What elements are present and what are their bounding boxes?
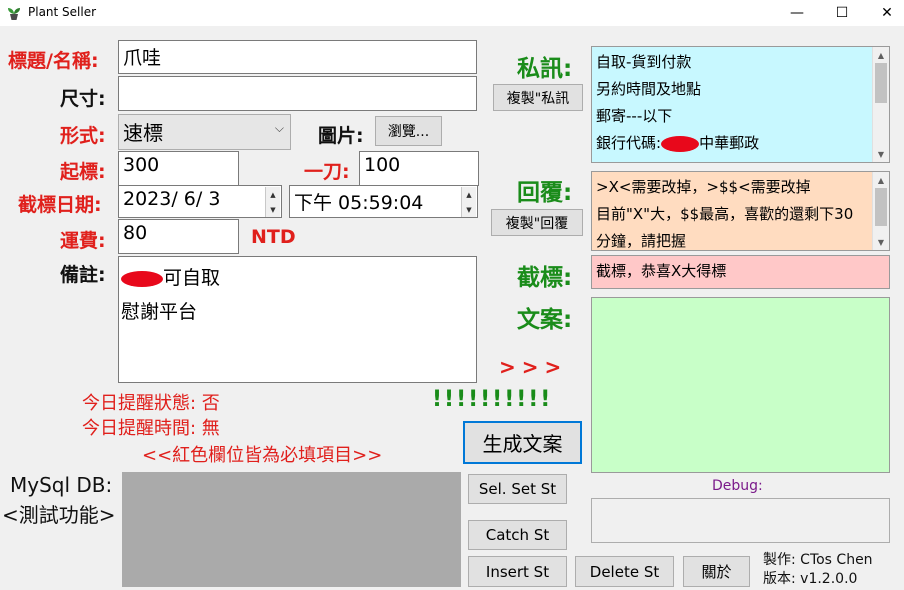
copywriting-box[interactable] <box>591 297 890 473</box>
private-scrollbar[interactable]: ▲ ▼ <box>872 47 889 162</box>
catch-button[interactable]: Catch St <box>468 520 567 550</box>
copy-private-button[interactable]: 複製"私訊 <box>493 84 583 111</box>
start-price-input[interactable]: 300 <box>118 151 239 186</box>
date-down-arrow-icon[interactable]: ▼ <box>265 202 280 217</box>
generate-copy-button[interactable]: 生成文案 <box>463 421 582 464</box>
size-input[interactable] <box>118 76 477 111</box>
note-line-2: 慰謝平台 <box>121 301 198 323</box>
private-msg-box[interactable]: 自取-貨到付款 另約時間及地點 郵寄---以下 銀行代碼: 中華郵政 ▲ ▼ <box>591 46 890 163</box>
exclaims-label: !!!!!!!!!! <box>432 387 553 412</box>
sel-set-button[interactable]: Sel. Set St <box>468 474 567 504</box>
time-picker[interactable]: 下午 05:59:04 ▲ ▼ <box>289 185 478 218</box>
close-bid-label: 截標: <box>517 265 573 291</box>
one-knife-input[interactable]: 100 <box>359 151 479 186</box>
insert-button[interactable]: Insert St <box>468 556 567 587</box>
reply-line-2: 目前"X"大，$$最高，喜歡的還剩下30 <box>596 205 854 223</box>
reply-box[interactable]: >X<需要改掉，>$$<需要改掉 目前"X"大，$$最高，喜歡的還剩下30 分鐘… <box>591 171 890 251</box>
shipping-label: 運費: <box>60 230 106 252</box>
arrows-label: >>> <box>499 355 568 379</box>
about-button[interactable]: 關於 <box>683 556 750 587</box>
close-button[interactable]: ✕ <box>864 0 904 26</box>
scroll-down-icon[interactable]: ▼ <box>873 234 889 250</box>
format-select[interactable]: 速標 ⌵ <box>118 114 291 150</box>
scroll-up-icon[interactable]: ▲ <box>873 172 889 188</box>
private-line-2: 另約時間及地點 <box>596 80 702 98</box>
maximize-button[interactable]: ☐ <box>819 0 865 26</box>
reply-scrollbar[interactable]: ▲ ▼ <box>872 172 889 250</box>
close-bid-text: 截標，恭喜X大得標 <box>596 262 727 280</box>
scroll-up-icon[interactable]: ▲ <box>873 47 889 63</box>
format-label: 形式: <box>60 125 106 147</box>
browse-button[interactable]: 瀏覽... <box>375 116 442 146</box>
title-input[interactable]: 爪哇 <box>118 40 477 74</box>
reply-line-3: 分鐘，請把握 <box>596 232 687 250</box>
reply-line-1: >X<需要改掉，>$$<需要改掉 <box>596 178 811 196</box>
scroll-thumb[interactable] <box>875 63 887 103</box>
start-price-label: 起標: <box>60 161 106 183</box>
chevron-down-icon: ⌵ <box>274 121 284 135</box>
version-label: 版本: v1.2.0.0 <box>763 571 858 587</box>
picture-label: 圖片: <box>318 125 364 147</box>
private-msg-label: 私訊: <box>517 56 573 82</box>
one-knife-label: 一刀: <box>304 161 350 183</box>
format-selected: 速標 <box>123 121 163 145</box>
reply-label: 回覆: <box>517 180 573 206</box>
time-value: 下午 05:59:04 <box>294 192 424 214</box>
date-up-arrow-icon[interactable]: ▲ <box>265 187 280 202</box>
copy-reply-button[interactable]: 複製"回覆 <box>491 209 583 236</box>
test-function-label: <測試功能> <box>2 503 116 527</box>
size-label: 尺寸: <box>60 88 106 110</box>
end-date-label: 截標日期: <box>18 194 102 216</box>
title-bar: Plant Seller — ☐ ✕ <box>0 0 904 26</box>
note-line-1: 可自取 <box>121 261 474 295</box>
scroll-down-icon[interactable]: ▼ <box>873 146 889 162</box>
copywriting-label: 文案: <box>517 307 573 333</box>
note-textarea[interactable]: 可自取 慰謝平台 <box>118 256 477 383</box>
time-up-arrow-icon[interactable]: ▲ <box>461 187 476 202</box>
db-data-grid[interactable] <box>122 472 461 587</box>
debug-box[interactable] <box>591 498 890 543</box>
time-down-arrow-icon[interactable]: ▼ <box>461 202 476 217</box>
date-picker[interactable]: 2023/ 6/ 3 ▲ ▼ <box>118 185 282 218</box>
scroll-thumb[interactable] <box>875 188 887 226</box>
close-bid-box[interactable]: 截標，恭喜X大得標 <box>591 255 890 289</box>
delete-button[interactable]: Delete St <box>575 556 674 587</box>
debug-label: Debug: <box>712 478 763 494</box>
required-note: <<紅色欄位皆為必填項目>> <box>142 445 383 466</box>
date-value: 2023/ 6/ 3 <box>123 188 221 210</box>
shipping-input[interactable]: 80 <box>118 219 239 254</box>
redaction-mark <box>661 135 700 152</box>
currency-label: NTD <box>251 226 296 248</box>
private-line-3: 郵寄---以下 <box>596 107 673 125</box>
author-label: 製作: CTos Chen <box>763 552 873 568</box>
redaction-mark <box>121 270 163 287</box>
mysql-label: MySql DB: <box>10 473 113 497</box>
private-line-1: 自取-貨到付款 <box>596 53 692 71</box>
note-label: 備註: <box>60 264 106 286</box>
private-line-4: 銀行代碼: 中華郵政 <box>596 134 760 152</box>
reminder-status: 今日提醒狀態: 否 <box>82 393 220 414</box>
title-label: 標題/名稱: <box>8 50 99 72</box>
window-title: Plant Seller <box>28 5 97 19</box>
minimize-button[interactable]: — <box>774 0 820 26</box>
reminder-time: 今日提醒時間: 無 <box>82 418 220 439</box>
plant-icon <box>8 8 20 20</box>
